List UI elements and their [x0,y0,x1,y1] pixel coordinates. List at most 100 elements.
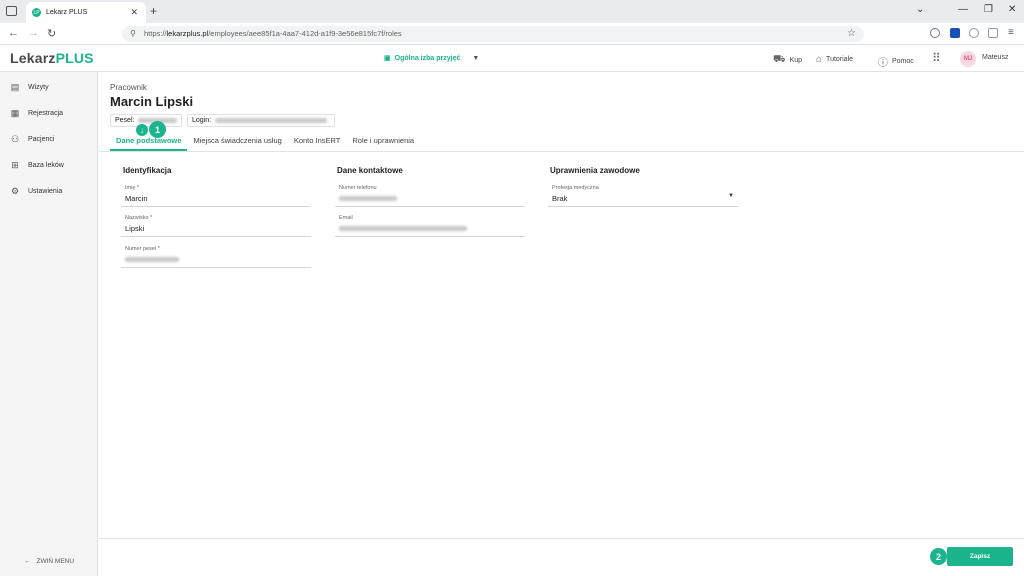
first-name-label: Imię * [125,185,140,191]
pesel-number-redacted [125,257,179,262]
last-name-label: Nazwisko * [125,215,153,221]
chevron-down-icon: ▼ [728,193,734,199]
footer-bar: 2 Zapisz [99,538,1024,576]
collapse-menu-label: ZWIŃ MENU [36,558,75,565]
cart-icon: ⛟ [773,54,786,65]
last-name-field[interactable]: Nazwisko * Lipski [121,215,311,237]
url-domain: lekarzplus.pl [166,29,209,38]
pocket-icon[interactable] [930,28,940,38]
favicon-icon: LP [32,8,41,17]
sidebar-item-label: Pacjenci [28,136,55,143]
back-icon[interactable]: ← [8,27,19,39]
help-button[interactable]: ⓘ Pomoc [878,54,914,69]
user-menu[interactable]: Mateusz [982,54,1008,61]
browser-tab[interactable]: LP Lekarz PLUS ✕ [26,2,146,23]
pesel-field[interactable]: Numer pesel * [121,246,311,268]
tutorials-label: Tutoriale [826,56,854,63]
login-redacted [215,118,328,123]
app-logo[interactable]: LekarzPLUS [10,50,94,66]
sidebar-item-label: Baza leków [28,162,64,169]
tutorials-button[interactable]: ⌂ Tutoriale [816,54,853,65]
minimize-icon[interactable]: — [958,4,968,15]
department-selector[interactable]: ▣ Ogólna izba przyjęć ▼ [384,54,480,63]
logo-main: Lekarz [10,50,56,66]
url-prefix: https:// [144,29,167,38]
window-menu-icon[interactable] [6,6,17,16]
site-info-icon[interactable]: ⚲ [130,26,136,42]
employee-role-label: Pracownik [110,83,147,92]
email-label: Email [339,215,353,221]
restore-icon[interactable]: ❐ [984,4,993,15]
tab-service-locations[interactable]: Miejsca świadczenia usług [187,132,287,151]
last-name-value: Lipski [125,224,145,233]
bookmark-star-icon[interactable]: ☆ [847,26,856,42]
phone-field[interactable]: Numer telefonu [335,185,525,207]
pesel-label: Pesel: [115,117,135,124]
tab-list-icon[interactable]: ⌄ [916,4,924,15]
login-label: Login: [192,117,212,124]
apps-grid-button[interactable]: ⠿ [932,51,941,65]
sidebar-item-patients[interactable]: ⚇ Pacjenci [10,134,55,145]
section-contact-title: Dane kontaktowe [337,166,403,175]
close-window-icon[interactable]: ✕ [1008,4,1016,15]
pesel-number-label: Numer pesel * [125,246,160,252]
browser-tab-bar: LP Lekarz PLUS ✕ + ⌄ — ❐ ✕ [0,0,1024,23]
gear-icon: ⚙ [10,186,20,196]
arrow-left-icon: ← [24,558,31,565]
phone-redacted [339,196,397,201]
sidebar-item-medicines[interactable]: ⊞ Baza leków [10,160,64,171]
medicine-icon: ⊞ [11,160,19,170]
page-title: Marcin Lipski [110,94,194,109]
sidebar-item-settings[interactable]: ⚙ Ustawienia [10,186,62,197]
graduation-cap-icon: ⌂ [816,54,823,65]
email-redacted [339,226,467,231]
app-header: LekarzPLUS ▣ Ogólna izba przyjęć ▼ ⛟ Kup… [0,45,1024,72]
close-tab-icon[interactable]: ✕ [130,7,138,18]
tab-basic-data[interactable]: Dane podstawowe [110,132,188,151]
browser-menu-icon[interactable]: ≡ [1008,27,1014,39]
first-name-field[interactable]: Imię * Marcin [121,185,311,207]
address-bar-row: ← → ↻ ⚲ https://lekarzplus.pl/employees/… [0,23,1024,45]
login-box: Login: [187,114,335,127]
apps-grid-icon: ⠿ [932,51,941,65]
tab-roles-permissions[interactable]: Role i uprawnienia [346,132,420,151]
buy-label: Kup [789,57,803,64]
help-icon: ⓘ [878,58,888,69]
tab-bar: Dane podstawowe Miejsca świadczenia usłu… [110,132,420,151]
password-manager-icon[interactable] [950,28,960,38]
url-field[interactable]: ⚲ https://lekarzplus.pl/employees/aee85f… [122,26,864,42]
step-badge-2: 2 [930,548,947,565]
buy-button[interactable]: ⛟ Kup [773,54,802,67]
tab-divider [99,151,1024,152]
forward-icon[interactable]: → [28,27,39,39]
sidebar-item-visits[interactable]: ▤ Wizyty [10,82,49,93]
sidebar: ▤ Wizyty ▦ Rejestracja ⚇ Pacjenci ⊞ Baza… [0,72,98,576]
tab-title: Lekarz PLUS [46,9,88,16]
profession-value: Brak [552,194,568,203]
patients-icon: ⚇ [10,134,20,144]
sidebar-item-label: Rejestracja [28,110,64,117]
department-icon: ▣ [384,55,391,62]
section-professional-title: Uprawnienia zawodowe [550,166,640,175]
reload-icon[interactable]: ↻ [47,27,56,40]
sidebar-item-registration[interactable]: ▦ Rejestracja [10,108,63,119]
email-field[interactable]: Email [335,215,525,237]
new-tab-icon[interactable]: + [150,4,157,18]
calendar-icon: ▦ [10,108,20,118]
sidebar-item-label: Wizyty [28,84,49,91]
section-identification-title: Identyfikacja [123,166,172,175]
collapse-menu-button[interactable]: ← ZWIŃ MENU [24,558,74,565]
phone-label: Numer telefonu [339,185,377,191]
profession-select[interactable]: Profesja medyczna Brak ▼ [548,185,738,207]
help-label: Pomoc [892,58,914,65]
extension-icon[interactable] [969,28,979,38]
puzzle-icon[interactable] [988,28,998,38]
sidebar-item-label: Ustawienia [28,188,63,195]
save-button[interactable]: Zapisz [947,547,1013,566]
profession-label: Profesja medyczna [552,185,599,191]
first-name-value: Marcin [125,194,148,203]
url-path: /employees/aee85f1a-4aa7-412d-a1f9-3e56e… [208,29,402,38]
avatar[interactable]: MJ [960,51,976,67]
tab-insert-account[interactable]: Konto InsERT [288,132,347,151]
chevron-down-icon: ▼ [472,54,480,62]
